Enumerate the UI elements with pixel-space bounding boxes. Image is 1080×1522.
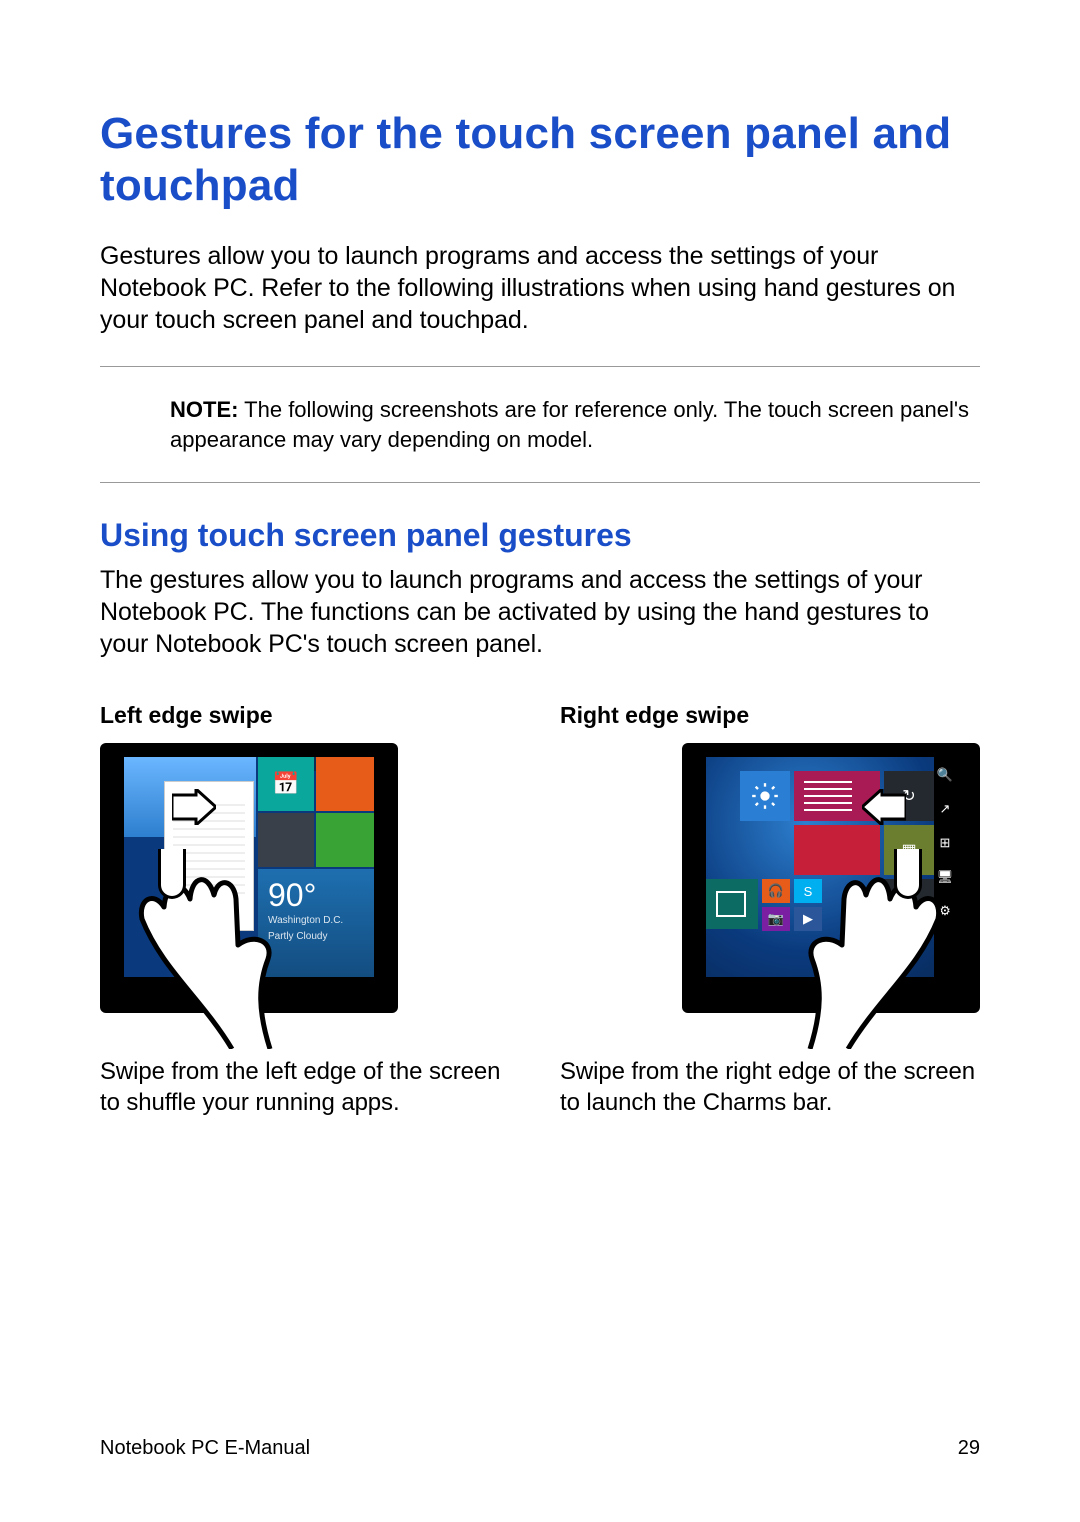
intro-paragraph: Gestures allow you to launch programs an… bbox=[100, 240, 980, 336]
swipe-arrow-right-icon bbox=[172, 789, 216, 825]
section-intro: The gestures allow you to launch program… bbox=[100, 564, 980, 660]
gesture-left-desc: Swipe from the left edge of the screen t… bbox=[100, 1057, 520, 1118]
section-heading: Using touch screen panel gestures bbox=[100, 517, 980, 554]
footer-page-number: 29 bbox=[958, 1437, 980, 1460]
gesture-right-desc: Swipe from the right edge of the screen … bbox=[560, 1057, 980, 1118]
page-title: Gestures for the touch screen panel and … bbox=[100, 108, 980, 212]
footer-manual-name: Notebook PC E-Manual bbox=[100, 1437, 310, 1460]
note-text: The following screenshots are for refere… bbox=[170, 397, 969, 452]
gesture-right-col: Right edge swipe ↻ ▦ 🎧 S bbox=[560, 702, 980, 1118]
note-label: NOTE: bbox=[170, 397, 238, 422]
note-block: NOTE: The following screenshots are for … bbox=[100, 366, 980, 483]
weather-tile-icon bbox=[740, 771, 790, 821]
gesture-left-illustration: 90° Washington D.C. Partly Cloudy bbox=[100, 743, 520, 1043]
page-footer: Notebook PC E-Manual 29 bbox=[100, 1437, 980, 1460]
gesture-row: Left edge swipe 90° Washington D.C. Part… bbox=[100, 702, 980, 1118]
gesture-right-title: Right edge swipe bbox=[560, 702, 980, 729]
hand-gesture-icon bbox=[92, 849, 352, 1049]
gesture-left-title: Left edge swipe bbox=[100, 702, 520, 729]
gesture-left-col: Left edge swipe 90° Washington D.C. Part… bbox=[100, 702, 520, 1118]
hand-gesture-icon bbox=[728, 849, 988, 1049]
gesture-right-illustration: ↻ ▦ 🎧 S 📷 ▶ ↻ 🔍↗⊞🖥⚙ bbox=[560, 743, 980, 1043]
swipe-arrow-left-icon bbox=[862, 789, 906, 825]
